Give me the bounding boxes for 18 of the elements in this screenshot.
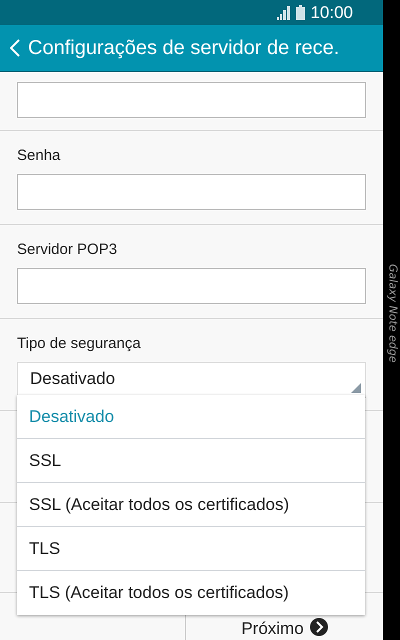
dropdown-option[interactable]: Desativado [17,395,365,439]
page-title: Configurações de servidor de rece. [28,36,340,61]
dropdown-option[interactable]: SSL [17,439,365,483]
input-field[interactable] [17,268,366,304]
edge-screen-label: Galaxy Note edge [386,264,400,363]
field-label: Senha [17,146,62,166]
field-label: Servidor POP3 [17,240,118,260]
status-time: 10:00 [310,2,353,24]
input-field[interactable] [17,174,366,210]
input-field[interactable] [17,82,366,118]
dropdown-option[interactable]: TLS [17,527,365,571]
battery-icon [296,5,306,20]
signal-icon [277,6,292,20]
back-icon[interactable] [10,39,20,57]
dropdown-arrow-icon [351,383,361,393]
dropdown-option[interactable]: SSL (Aceitar todos os certificados) [17,483,365,527]
field-label: Tipo de segurança [17,334,142,354]
security-dropdown[interactable]: Desativado [17,362,366,398]
